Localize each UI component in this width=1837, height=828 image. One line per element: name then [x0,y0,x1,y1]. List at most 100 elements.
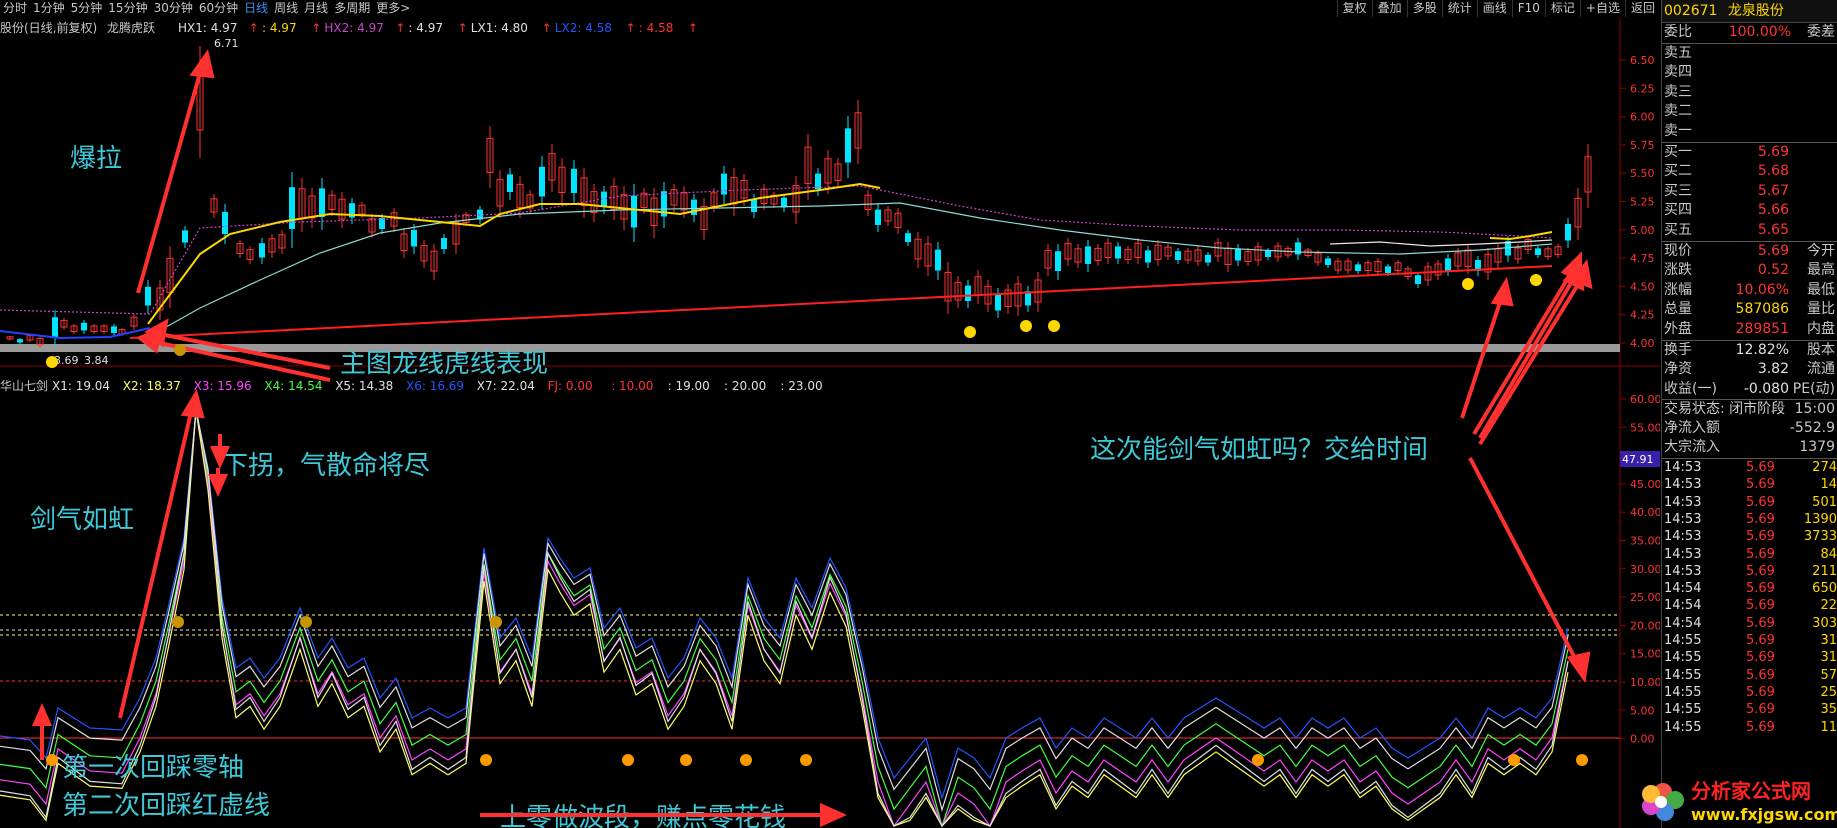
sub-legend-item-8: : 10.00 [611,379,653,393]
tool-button-2[interactable]: 多股 [1406,0,1442,17]
stat-row-0-label: 现价 [1664,242,1692,259]
period-tab-6[interactable]: 日线 [241,0,271,17]
tool-button-3[interactable]: 统计 [1441,0,1477,17]
blue-ma-line [0,327,151,340]
candle-body [145,286,151,306]
tick-volume: 31 [1820,650,1837,666]
main-legend-item-3: ↑ [311,21,321,35]
price-tick-label: 4.75 [1630,252,1655,265]
stat2-row-2-label-2: PE(动) [1792,380,1835,397]
net-inflow-label: 净流入额 [1664,419,1720,436]
label-low-price-2: 3.84 [84,354,109,367]
osc-tick-label: 60.00 [1630,393,1660,406]
main-legend-item-4: HX2: 4.97 [324,21,383,35]
buy-row-1-value: 5.68 [1757,163,1789,180]
chart-area[interactable]: 股份(日线,前复权) 龙腾虎跃 HX1: 4.97 ↑: 4.97 ↑ HX2: 4.… [0,18,1660,828]
tick-price: 5.69 [1746,477,1775,493]
sub-legend-item-5: X6: 16.69 [406,379,464,393]
tick-row: 14:55 5.69 57 [1662,667,1837,684]
candle-body [17,339,23,343]
tick-row: 14:55 5.69 25 [1662,684,1837,701]
main-legend-items: HX1: 4.97 ↑: 4.97 ↑ HX2: 4.97 ↑: 4.97 ↑ LX1: 4… [178,21,698,35]
main-legend-item-13: ↑ [688,21,698,35]
tick-volume: 57 [1820,667,1837,683]
candle-body [507,174,513,192]
tool-button-0[interactable]: 复权 [1336,0,1372,17]
candle-body [1415,275,1421,284]
sell-row-3-label: 卖二 [1664,103,1692,120]
osc-tick-label: 30.00 [1630,563,1660,576]
zero-touch-icon [740,754,752,766]
candle-body [319,188,325,217]
stat-row-1-label-2: 最高 [1807,262,1835,279]
tick-price: 5.69 [1746,494,1775,510]
period-tab-1[interactable]: 1分钟 [30,0,68,17]
tick-time: 14:55 [1664,684,1702,700]
stock-name: 龙泉股份 [1727,3,1784,19]
period-tab-0[interactable]: 分时 [0,0,30,17]
buy-row-2: 买三 5.67 [1662,182,1837,202]
weibi-value: 100.00% [1728,24,1791,40]
tool-button-7[interactable]: +自选 [1579,0,1625,17]
stat2-row-2-value: -0.080 [1743,380,1789,397]
tick-time: 14:54 [1664,615,1702,631]
candle-body [751,198,757,212]
tool-button-6[interactable]: 标记 [1544,0,1580,17]
tick-row: 14:54 5.69 650 [1662,580,1837,597]
period-tab-2[interactable]: 5分钟 [68,0,106,17]
tick-volume: 31 [1820,633,1837,649]
candle-body [1265,250,1271,257]
tick-volume: 274 [1812,460,1837,476]
tick-row: 14:53 5.69 211 [1662,563,1837,580]
top-toolbar: 分时 1分钟 5分钟 15分钟 30分钟 60分钟 日线 周线 月线 多周期 更多> 复权 叠加 多股统… [0,0,1660,18]
tick-time: 14:53 [1664,460,1702,476]
main-legend-item-7: ↑ [458,21,468,35]
sell-row-4: 卖一 [1662,122,1837,142]
tick-time: 14:53 [1664,477,1702,493]
tick-row: 14:53 5.69 501 [1662,494,1837,511]
tick-list[interactable]: 14:53 5.69 274 14:53 5.69 14 14:53 5.69 501 14:53… [1662,458,1837,736]
sub-legend-item-4: X5: 14.38 [335,379,393,393]
osc-tick-label: 10.00 [1630,676,1660,689]
period-tab-3[interactable]: 15分钟 [105,0,150,17]
zero-touch-icon [680,754,692,766]
tick-time: 14:55 [1664,719,1702,735]
tool-button-1[interactable]: 叠加 [1371,0,1407,17]
stat-row-4: 外盘 289851 内盘 [1662,320,1837,340]
period-tab-9[interactable]: 多周期 [331,0,373,17]
sub-legend-item-0: X1: 19.04 [52,379,110,393]
smiley-icon [1048,320,1060,332]
candle-body [1565,224,1571,241]
candle-body [539,166,545,197]
tick-row: 14:55 5.69 31 [1662,649,1837,666]
sell-row-2: 卖三 [1662,83,1837,103]
period-tab-7[interactable]: 周线 [271,0,301,17]
tool-button-5[interactable]: F10 [1511,0,1545,17]
sub-legend-item-9: : 19.00 [668,379,710,393]
zero-touch-icon [800,754,812,766]
period-tab-4[interactable]: 30分钟 [151,0,196,17]
candle-body [222,212,228,234]
candle-body [411,230,417,247]
period-tab-5[interactable]: 60分钟 [196,0,241,17]
net-inflow-value: -552.9 [1789,419,1835,436]
stat-row-1-label: 涨跌 [1664,262,1692,279]
price-tick-label: 4.25 [1630,309,1655,322]
stat-row-0: 现价 5.69 今开 [1662,242,1837,262]
sub-legend-item-7: FJ: 0.00 [548,379,593,393]
period-tab-10[interactable]: 更多> [373,0,413,17]
price-tick-label: 6.00 [1630,111,1655,124]
sub-legend-prefix: 华山七剑 [0,378,48,393]
tool-button-8[interactable]: 返回 [1624,0,1660,17]
period-tab-8[interactable]: 月线 [301,0,331,17]
stat-row-4-label-2: 内盘 [1807,320,1835,337]
tool-button-4[interactable]: 画线 [1476,0,1512,17]
stat-row-1: 涨跌 0.52 最高 [1662,261,1837,281]
annotation-question: 这次能剑气如虹吗？交给时间 [1090,435,1428,465]
osc-tick-label: 35.00 [1630,535,1660,548]
money-bag-icon [172,616,184,628]
watermark-url: www.fxjgsw.com [1691,805,1837,824]
candle-body [1535,248,1541,255]
tick-volume: 35 [1820,702,1837,718]
candle-body [815,173,821,189]
